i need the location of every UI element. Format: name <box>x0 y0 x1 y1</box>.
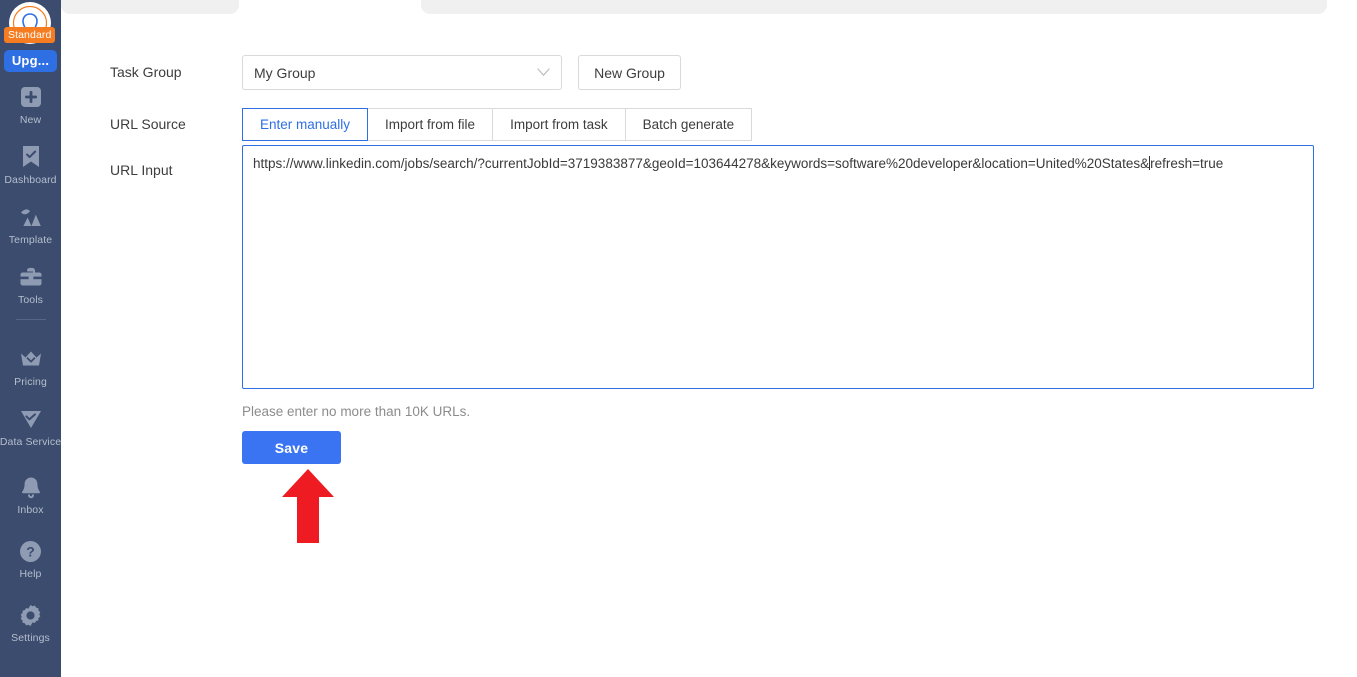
label-url-input: URL Input <box>110 162 173 178</box>
sidebar-item-pricing[interactable]: Pricing <box>0 346 61 388</box>
sidebar-label-new: New <box>19 114 42 126</box>
shield-check-icon <box>19 406 43 432</box>
tab-remnant-left[interactable] <box>61 0 239 14</box>
segment-import-from-task[interactable]: Import from task <box>493 108 626 141</box>
plus-square-icon <box>20 84 42 110</box>
arrow-up-icon <box>282 469 334 543</box>
segment-enter-manually[interactable]: Enter manually <box>242 108 369 141</box>
gear-icon <box>19 602 42 628</box>
tab-remnant-right[interactable] <box>421 0 1327 14</box>
sidebar-label-template: Template <box>8 234 53 246</box>
crown-icon <box>19 346 43 372</box>
url-text-before-caret: https://www.linkedin.com/jobs/search/?cu… <box>253 156 1150 171</box>
task-group-selected-value: My Group <box>254 64 316 81</box>
question-circle-icon: ? <box>19 538 42 564</box>
left-sidebar: Standard Upg... New Dashboard Template T… <box>0 0 61 677</box>
sidebar-divider <box>15 319 46 320</box>
toolbox-icon <box>19 264 43 290</box>
new-group-button[interactable]: New Group <box>578 55 681 90</box>
label-task-group: Task Group <box>110 64 182 80</box>
chevron-down-icon <box>537 68 550 77</box>
task-group-select[interactable]: My Group <box>242 55 562 90</box>
template-icon <box>19 204 43 230</box>
sidebar-item-settings[interactable]: Settings <box>0 602 61 644</box>
url-source-segmented-control: Enter manually Import from file Import f… <box>242 108 753 141</box>
segment-batch-generate[interactable]: Batch generate <box>625 108 753 141</box>
sidebar-label-dashboard: Dashboard <box>4 174 57 186</box>
sidebar-label-help: Help <box>19 568 42 580</box>
sidebar-label-data-service: Data Service <box>0 436 61 448</box>
svg-text:?: ? <box>26 543 35 559</box>
plan-badge: Standard <box>4 27 56 43</box>
url-input-textarea[interactable]: https://www.linkedin.com/jobs/search/?cu… <box>242 145 1314 389</box>
sidebar-label-tools: Tools <box>17 294 43 306</box>
segment-import-from-file[interactable]: Import from file <box>368 108 494 141</box>
save-button[interactable]: Save <box>242 431 341 464</box>
sidebar-label-pricing: Pricing <box>14 376 47 388</box>
upgrade-button[interactable]: Upg... <box>3 50 58 72</box>
sidebar-item-dashboard[interactable]: Dashboard <box>0 144 61 186</box>
label-url-source: URL Source <box>110 116 186 132</box>
sidebar-item-data-service[interactable]: Data Service <box>0 406 61 448</box>
sidebar-item-inbox[interactable]: Inbox <box>0 474 61 516</box>
url-input-text: https://www.linkedin.com/jobs/search/?cu… <box>253 154 1303 174</box>
main-content: Task Group My Group New Group URL Source… <box>61 14 1357 677</box>
app-window: Standard Upg... New Dashboard Template T… <box>0 0 1357 677</box>
sidebar-label-settings: Settings <box>11 632 50 644</box>
sidebar-item-template[interactable]: Template <box>0 204 61 246</box>
bookmark-check-icon <box>20 144 42 170</box>
sidebar-item-new[interactable]: New <box>0 84 61 126</box>
avatar-container[interactable]: Standard <box>0 0 61 48</box>
url-input-hint: Please enter no more than 10K URLs. <box>242 404 471 419</box>
sidebar-item-help[interactable]: ? Help <box>0 538 61 580</box>
bell-icon <box>20 474 42 500</box>
url-text-after-caret: refresh=true <box>1150 156 1224 171</box>
red-up-arrow-annotation <box>280 467 336 545</box>
browser-tab-strip <box>61 0 1327 14</box>
sidebar-label-inbox: Inbox <box>17 504 44 516</box>
sidebar-item-tools[interactable]: Tools <box>0 264 61 306</box>
